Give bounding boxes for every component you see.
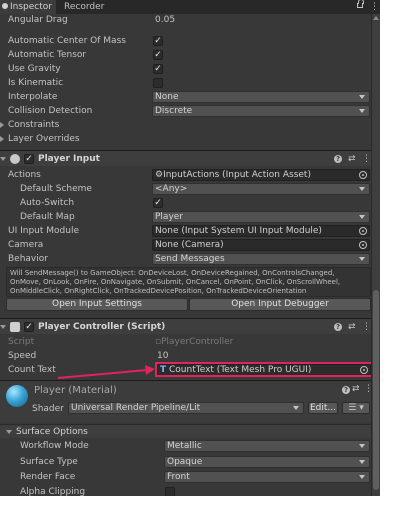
surface-type-dropdown[interactable]: Opaque [164,456,370,468]
render-face-value: Front [167,472,190,482]
chevron-down-icon: ▾ [359,403,364,413]
workflow-row: Workflow Mode Metallic [0,439,371,453]
surface-options-title: Surface Options [16,427,88,437]
inspector-panel: Inspector Recorder ⋮ Angular Drag 0.05 A… [0,0,380,496]
surface-type-label: Surface Type [20,457,78,467]
scroll-up-icon[interactable] [373,16,379,20]
list-icon: ☰ [348,403,357,413]
surface-type-value: Opaque [167,457,203,467]
scrollbar[interactable] [371,14,380,496]
material-preview-sphere[interactable] [6,385,28,407]
chevron-down-icon [359,444,365,448]
arrow-head [145,365,155,375]
shader-menu-button[interactable]: ☰ ▾ [342,402,370,414]
shader-dropdown[interactable]: Universal Render Pipeline/Lit [68,402,304,414]
chevron-down-icon [359,475,365,479]
surface-options-header[interactable]: Surface Options [0,424,371,438]
workflow-dropdown[interactable]: Metallic [164,440,370,452]
material-title: Player (Material) [34,385,117,396]
scrollbar-thumb[interactable] [373,290,379,490]
help-icon[interactable]: ? [342,386,350,394]
foldout-arrow-icon[interactable] [6,430,12,434]
alpha-clipping-label: Alpha Clipping [20,487,86,496]
edit-shader-button[interactable]: Edit... [308,402,338,414]
render-face-dropdown[interactable]: Front [164,471,370,483]
chevron-down-icon [293,406,299,410]
shader-value: Universal Render Pipeline/Lit [71,403,201,413]
render-face-label: Render Face [20,472,76,482]
alpha-clipping-checkbox[interactable] [165,487,175,496]
workflow-value: Metallic [167,441,202,451]
render-face-row: Render Face Front [0,470,371,484]
workflow-label: Workflow Mode [20,441,89,451]
arrow-line [57,369,148,379]
alpha-clipping-row: Alpha Clipping [0,485,371,496]
shader-label: Shader [32,404,64,414]
presets-icon[interactable]: ⇄ [352,381,360,397]
surface-type-row: Surface Type Opaque [0,455,371,469]
chevron-down-icon [359,460,365,464]
